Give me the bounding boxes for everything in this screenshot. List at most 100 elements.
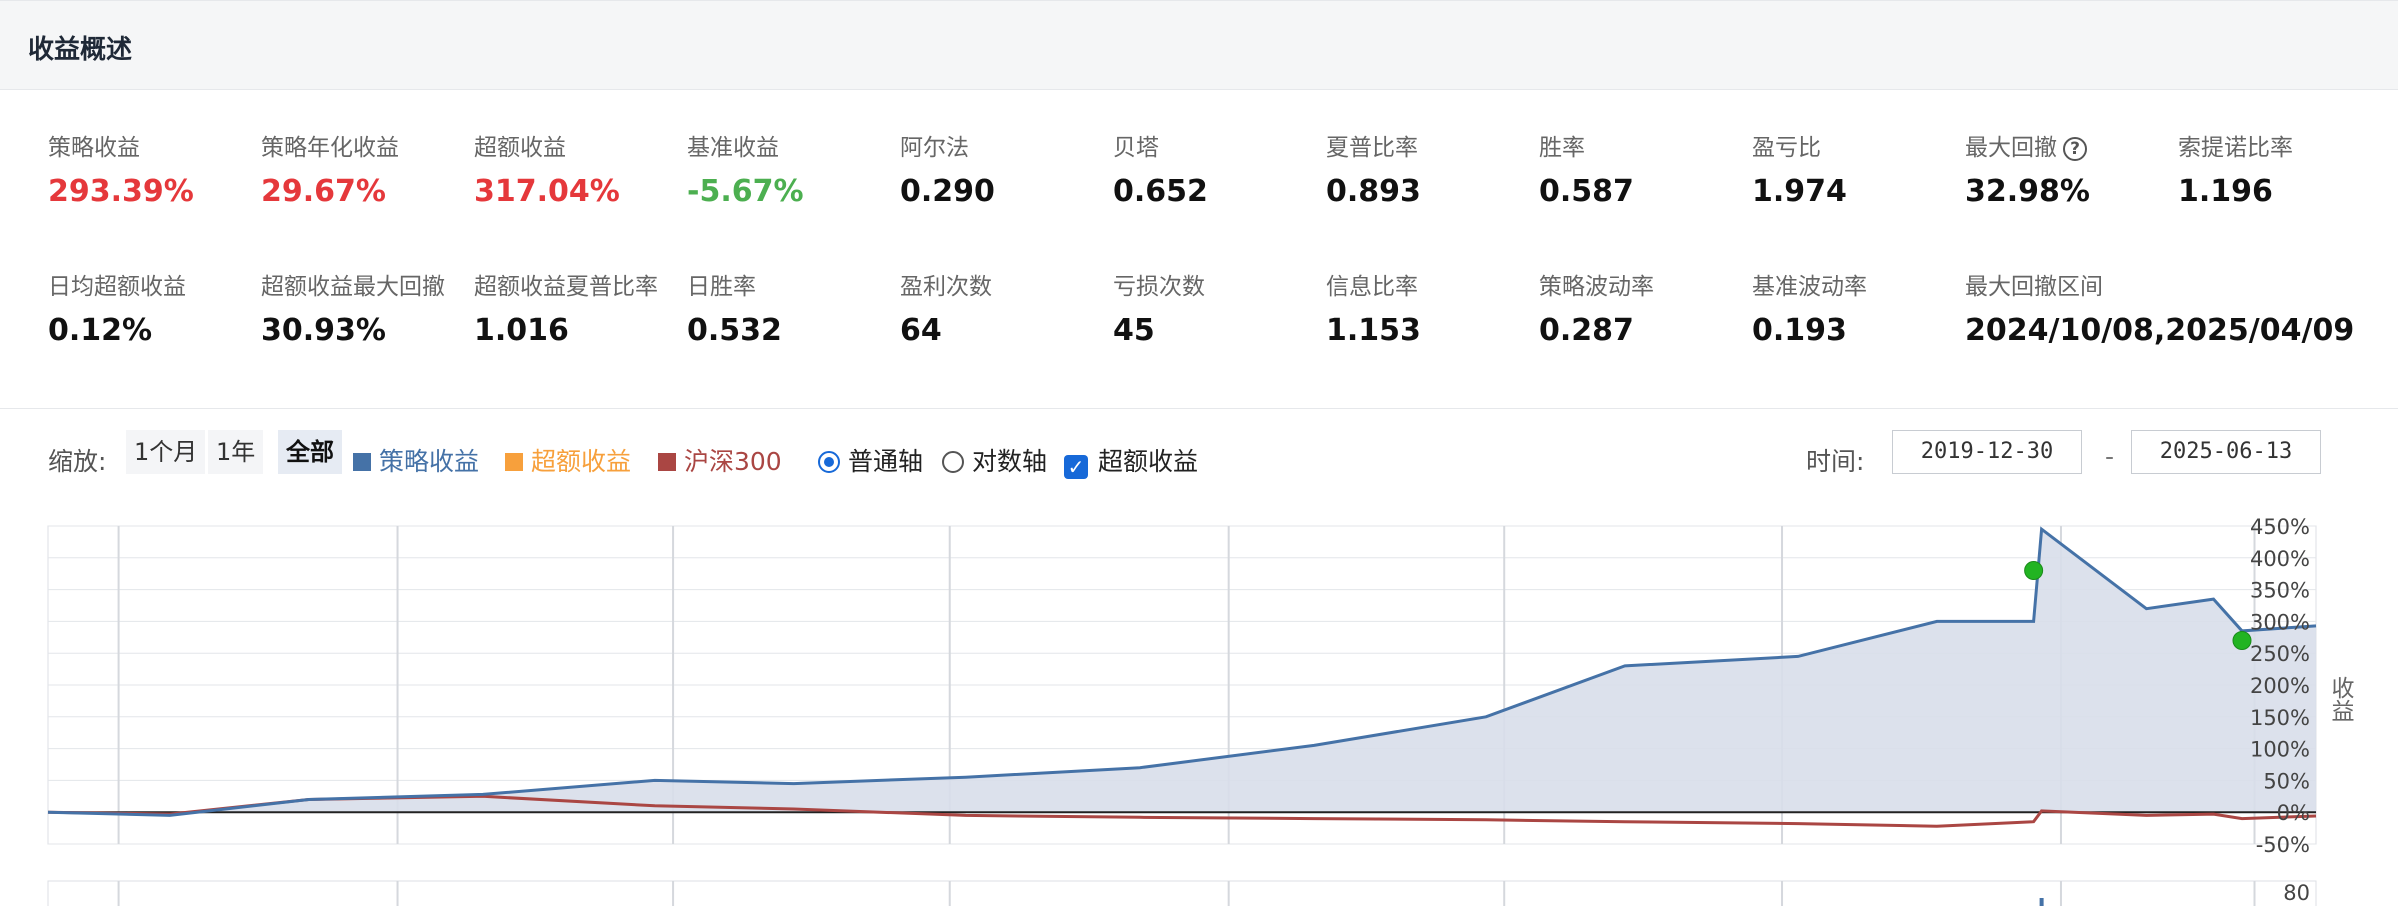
strategy-return-area [48, 529, 2316, 816]
metric-loss-count: 亏损次数 45 [1113, 267, 1205, 348]
metric-label: 超额收益 [474, 135, 566, 161]
metric-value: 32.98% [1965, 174, 2090, 209]
legend-csi300[interactable]: 沪深300 [658, 442, 782, 478]
chart-series [47, 526, 2317, 828]
metric-sortino: 索提诺比率 1.196 [2178, 128, 2293, 209]
y-tick-label: 0% [2277, 801, 2310, 825]
zoom-all-button[interactable]: 全部 [278, 430, 342, 474]
zoom-1-year-button[interactable]: 1年 [208, 430, 264, 474]
metric-value: 1.196 [2178, 174, 2273, 209]
lower-panel-tick-label: 80 [2283, 881, 2310, 905]
metrics-panel: 策略收益 293.39% 策略年化收益 29.67% 超额收益 317.04% … [0, 90, 2398, 408]
section-divider [0, 408, 2398, 409]
metric-profit-count: 盈利次数 64 [900, 267, 992, 348]
radio-unselected-icon [942, 451, 964, 473]
legend-strategy-return[interactable]: 策略收益 [353, 442, 479, 478]
drawdown-marker [2232, 630, 2252, 650]
metric-value: 45 [1113, 313, 1155, 348]
metric-value: 0.290 [900, 174, 995, 209]
help-icon[interactable]: ? [2063, 136, 2087, 161]
metric-value: 0.287 [1539, 313, 1634, 348]
legend-label: 策略收益 [379, 447, 480, 476]
excess-return-checkbox[interactable]: ✓ 超额收益 [1064, 442, 1198, 479]
metric-label: 最大回撤区间 [1965, 274, 2103, 300]
metric-label: 夏普比率 [1326, 135, 1418, 161]
metric-label: 策略波动率 [1539, 274, 1654, 300]
y-tick-label: 250% [2250, 642, 2310, 666]
metric-excess-return: 超额收益 317.04% [474, 128, 620, 209]
metric-value: 2024/10/08,2025/04/09 [1965, 313, 2355, 348]
y-axis-label: 收益 [2327, 676, 2354, 722]
chart-toolbar: 缩放: 1个月 1年 全部 策略收益 超额收益 沪深300 普通轴 对数轴 ✓ 超… [0, 430, 2398, 490]
metric-value: 0.893 [1326, 174, 1421, 209]
metric-benchmark-volatility: 基准波动率 0.193 [1752, 267, 1867, 348]
metric-value: 317.04% [474, 174, 620, 209]
lower-panel-border [47, 880, 2317, 906]
time-label: 时间: [1806, 447, 1865, 476]
y-tick-label: -50% [2256, 833, 2310, 857]
metric-label-wrap: 最大回撤? [1965, 128, 2090, 162]
legend-label: 沪深300 [684, 447, 782, 476]
metric-label: 日均超额收益 [48, 274, 186, 300]
start-date-input[interactable]: 2019-12-30 [1892, 430, 2082, 474]
metric-label: 阿尔法 [900, 135, 969, 161]
y-tick-label: 300% [2250, 610, 2310, 634]
metric-label: 贝塔 [1113, 135, 1159, 161]
radio-selected-icon [818, 451, 840, 473]
metric-label: 基准波动率 [1752, 274, 1867, 300]
metric-label: 索提诺比率 [2178, 135, 2293, 161]
metric-label: 信息比率 [1326, 274, 1418, 300]
metric-daily-win-rate: 日胜率 0.532 [687, 267, 782, 348]
linear-axis-radio[interactable]: 普通轴 [818, 442, 923, 478]
zoom-label: 缩放: [48, 447, 107, 476]
metric-value: 1.153 [1326, 313, 1421, 348]
metric-label: 超额收益夏普比率 [474, 274, 658, 300]
returns-chart[interactable]: 450% 400% 350% 300% 250% 200% 150% 100% 50% 0% -50… [0, 506, 2398, 906]
metric-value: 29.67% [261, 174, 386, 209]
summary-header: 收益概述 [0, 0, 2398, 90]
metric-max-drawdown: 最大回撤? 32.98% [1965, 128, 2090, 209]
metric-benchmark-return: 基准收益 -5.67% [687, 128, 804, 209]
metric-annualized-return: 策略年化收益 29.67% [261, 128, 399, 209]
metric-information-ratio: 信息比率 1.153 [1326, 267, 1421, 348]
metric-profit-loss-ratio: 盈亏比 1.974 [1752, 128, 1847, 209]
metric-label: 盈亏比 [1752, 135, 1821, 161]
metric-strategy-volatility: 策略波动率 0.287 [1539, 267, 1654, 348]
metric-label: 策略收益 [48, 135, 140, 161]
metric-label: 基准收益 [687, 135, 779, 161]
end-date-input[interactable]: 2025-06-13 [2131, 430, 2321, 474]
drawdown-marker [2024, 561, 2044, 581]
metric-value: 0.587 [1539, 174, 1634, 209]
metric-value: -5.67% [687, 174, 804, 209]
metric-strategy-return: 策略收益 293.39% [48, 128, 194, 209]
legend-excess-return[interactable]: 超额收益 [505, 442, 631, 478]
lower-panel: 80 [47, 880, 2317, 906]
metric-excess-sharpe: 超额收益夏普比率 1.016 [474, 267, 658, 348]
checkmark-icon: ✓ [1064, 455, 1088, 479]
metric-label: 日胜率 [687, 274, 756, 300]
log-axis-radio[interactable]: 对数轴 [942, 442, 1047, 478]
metric-max-drawdown-period: 最大回撤区间 2024/10/08,2025/04/09 [1965, 267, 2354, 348]
metric-excess-max-drawdown: 超额收益最大回撤 30.93% [261, 267, 445, 348]
metric-value: 30.93% [261, 313, 386, 348]
metric-value: 0.193 [1752, 313, 1847, 348]
metric-win-rate: 胜率 0.587 [1539, 128, 1634, 209]
metric-daily-excess-return: 日均超额收益 0.12% [48, 267, 186, 348]
y-tick-label: 200% [2250, 674, 2310, 698]
y-tick-label: 100% [2250, 738, 2310, 762]
metric-value: 0.652 [1113, 174, 1208, 209]
legend-square-icon [505, 453, 523, 471]
metric-value: 1.016 [474, 313, 569, 348]
metric-value: 64 [900, 313, 942, 348]
metric-label: 超额收益最大回撤 [261, 274, 445, 300]
legend-label: 超额收益 [531, 447, 632, 476]
metric-value: 0.532 [687, 313, 782, 348]
radio-label: 对数轴 [972, 447, 1048, 476]
metric-sharpe: 夏普比率 0.893 [1326, 128, 1421, 209]
legend-square-icon [658, 453, 676, 471]
metric-alpha: 阿尔法 0.290 [900, 128, 995, 209]
y-tick-label: 450% [2250, 515, 2310, 539]
metric-label: 亏损次数 [1113, 274, 1205, 300]
metric-label: 胜率 [1539, 135, 1585, 161]
zoom-1-month-button[interactable]: 1个月 [126, 430, 206, 474]
